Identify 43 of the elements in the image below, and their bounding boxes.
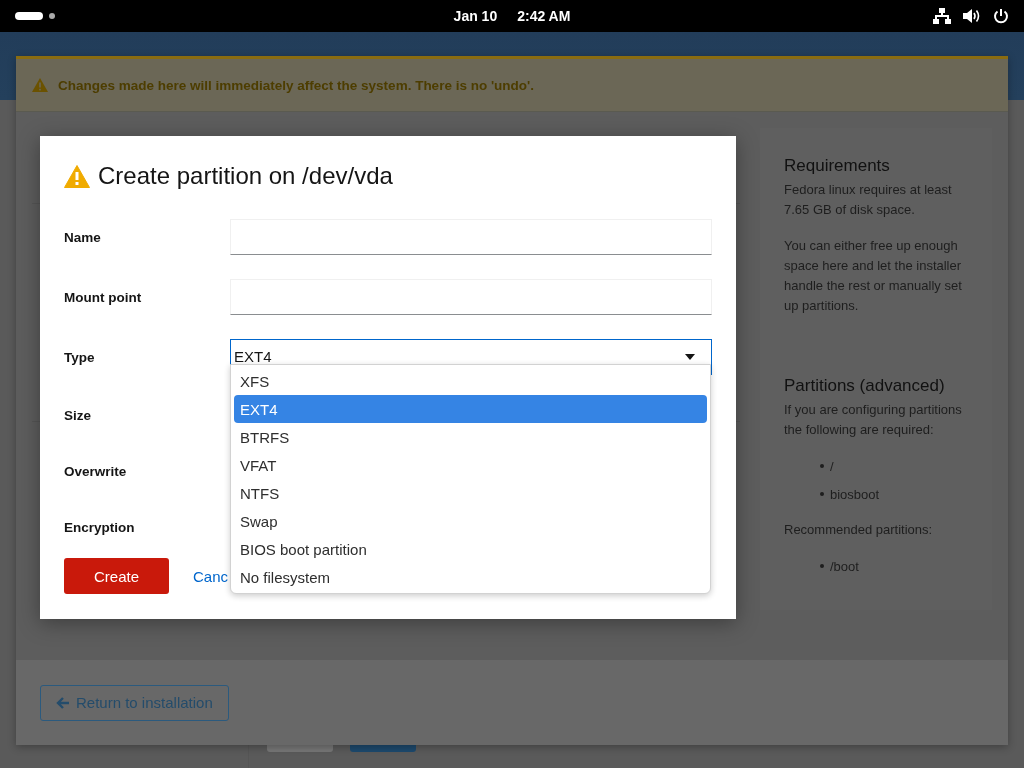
bullet-icon <box>820 464 824 468</box>
bullet-icon <box>820 564 824 568</box>
date-text: Jan 10 <box>453 8 498 24</box>
field-label: Name <box>64 229 102 245</box>
clock[interactable]: Jan 10 2:42 AM <box>449 6 575 26</box>
volume-icon[interactable] <box>963 8 981 24</box>
paragraph-text: If you are configuring partitions the following are required: <box>784 401 963 439</box>
text-field[interactable] <box>230 279 712 315</box>
warning-text: Changes made here will immediately affect the system. There is no 'undo'. <box>58 77 535 93</box>
dropdown-option[interactable]: BTRFS <box>234 423 707 451</box>
section-heading: Requirements <box>784 156 891 176</box>
dropdown-option[interactable]: EXT4 <box>234 395 707 423</box>
list-item: / <box>830 458 834 474</box>
warning-icon <box>32 78 48 92</box>
caret-icon <box>685 353 695 360</box>
field-label: Type <box>64 349 96 365</box>
dropdown-option[interactable]: No filesystem <box>234 563 707 591</box>
paragraph-text: You can either free up enough space here and let the installer handle the rest or manually set up partitions. <box>784 237 963 315</box>
create-button[interactable]: Create <box>64 558 169 594</box>
text-field[interactable] <box>230 219 712 255</box>
workspace-dot-icon <box>49 13 55 19</box>
dropdown-option[interactable]: Swap <box>234 507 707 535</box>
dropdown-option[interactable]: BIOS boot partition <box>234 535 707 563</box>
power-icon[interactable] <box>993 8 1009 24</box>
paragraph-text: Recommended partitions: <box>784 521 934 539</box>
field-label: Overwrite <box>64 463 128 479</box>
network-icon[interactable] <box>933 8 951 24</box>
field-label: Encryption <box>64 519 136 535</box>
dropdown-option[interactable]: VFAT <box>234 451 707 479</box>
list-item: biosboot <box>830 486 880 502</box>
time-text: 2:42 AM <box>517 8 571 24</box>
bullet-icon <box>820 492 824 496</box>
section-heading: Partitions (advanced) <box>784 376 946 396</box>
list-item: /boot <box>830 558 859 574</box>
dropdown-option[interactable]: NTFS <box>234 479 707 507</box>
arrow-left-icon <box>56 695 70 710</box>
warning-icon <box>64 164 90 188</box>
field-label: Mount point <box>64 289 143 305</box>
field-label: Size <box>64 407 92 423</box>
activities-icon[interactable] <box>15 12 43 20</box>
dialog-title: Create partition on /dev/vda <box>98 162 393 190</box>
paragraph-text: Fedora linux requires at least 7.65 GB of disk space. <box>784 181 953 219</box>
cancel-link[interactable]: Canc <box>193 567 229 585</box>
